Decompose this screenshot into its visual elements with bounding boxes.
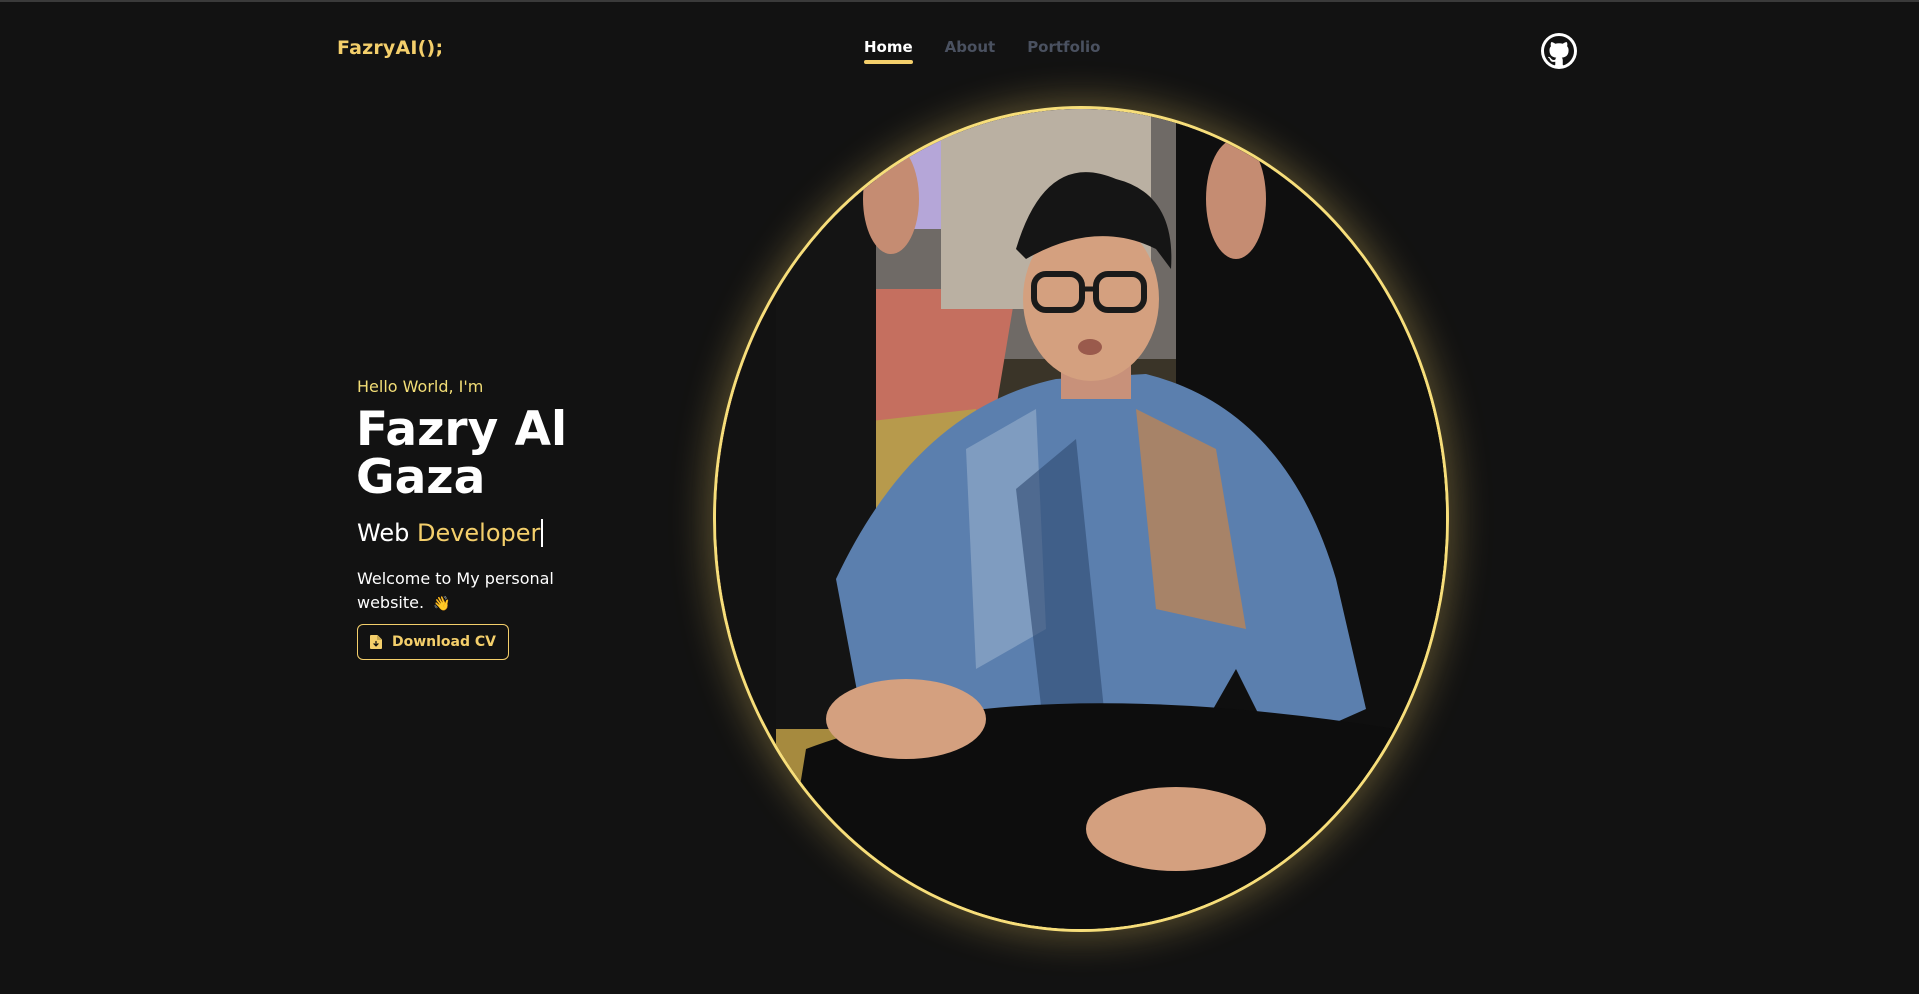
hero-greeting: Hello World, I'm [357,377,484,396]
hero-role: Web Developer [357,519,544,547]
file-icon [369,635,382,649]
role-prefix: Web [357,519,410,547]
nav-about[interactable]: About [945,38,996,56]
nav-portfolio[interactable]: Portfolio [1027,38,1100,56]
welcome-text: Welcome to My personal website. [357,569,554,612]
site-logo[interactable]: FazryAI(); [337,37,443,59]
hero-welcome-text: Welcome to My personal website. 👋 [357,567,567,616]
main-nav: Home About Portfolio [864,38,1100,64]
wave-emoji-icon: 👋 [433,596,451,612]
download-cv-button[interactable]: Download CV [357,624,509,660]
role-typed-text: Developer [416,519,541,547]
github-logo-glyph [1544,36,1574,66]
download-cv-label: Download CV [391,634,496,650]
typing-caret [541,519,544,547]
nav-home[interactable]: Home [864,38,913,64]
window-top-border [0,0,1919,2]
hero-name: Fazry Al Gaza [356,402,568,505]
profile-photo-illustration [716,109,1446,929]
profile-photo [713,106,1449,932]
github-icon[interactable] [1541,33,1577,69]
